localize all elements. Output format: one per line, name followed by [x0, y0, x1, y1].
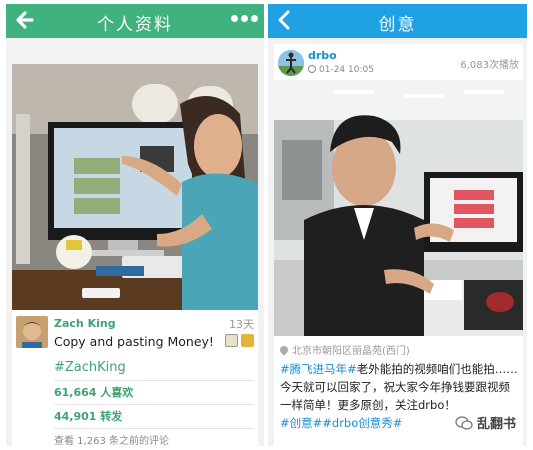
- hashtag-link[interactable]: #ZachKing: [54, 360, 126, 375]
- watermark: 乱翻书: [455, 413, 516, 432]
- post-card: drbo 01-24 10:05 6,083次播放 北京市朝阳区丽晶苑(西门) …: [274, 44, 523, 446]
- divider: [54, 404, 254, 405]
- location-pin-icon: [278, 344, 290, 356]
- comparison-stage: 个人资料 Zach King Copy and pasting Money! 1…: [0, 0, 533, 450]
- avatar[interactable]: [16, 316, 48, 348]
- video-frame-image: [12, 64, 258, 310]
- view-comments-link[interactable]: 查看 1,263 条之前的评论: [54, 432, 169, 446]
- location-text[interactable]: 北京市朝阳区丽晶苑(西门): [292, 346, 410, 357]
- watermark-text: 乱翻书: [477, 417, 517, 432]
- right-screen: 创意 drbo 01-24 10:05 6,083次播放 北京市朝阳区丽晶苑(西…: [268, 4, 527, 446]
- hashtag-link[interactable]: #腾飞进马年#: [280, 362, 357, 376]
- post-date: 01-24 10:05: [308, 65, 374, 75]
- clock-icon: [308, 65, 316, 73]
- hashtag-link[interactable]: #创意##drbo创意秀#: [280, 416, 402, 430]
- page-title: 创意: [378, 15, 417, 35]
- left-screen: 个人资料 Zach King Copy and pasting Money! 1…: [6, 4, 264, 446]
- video-frame-image: [274, 80, 523, 336]
- post-card: Zach King Copy and pasting Money! 13天 #Z…: [12, 64, 258, 446]
- post-age: 13天: [229, 318, 254, 331]
- more-dots-icon[interactable]: [231, 15, 258, 22]
- emoji-icon: [225, 334, 254, 347]
- post-author-row: Zach King Copy and pasting Money! 13天: [16, 316, 254, 356]
- left-header-bar: 个人资料: [6, 4, 264, 38]
- post-caption: Copy and pasting Money!: [54, 334, 214, 349]
- shares-count[interactable]: 44,901 转发: [54, 408, 122, 424]
- username[interactable]: Zach King: [54, 317, 116, 330]
- page-title: 个人资料: [97, 15, 173, 35]
- divider: [54, 380, 254, 381]
- post-date-text: 01-24 10:05: [319, 65, 374, 75]
- video-thumbnail[interactable]: [12, 64, 258, 310]
- play-count: 6,083次播放: [460, 60, 519, 71]
- video-thumbnail[interactable]: [274, 80, 523, 336]
- avatar[interactable]: [278, 50, 304, 76]
- username[interactable]: drbo: [308, 49, 337, 62]
- likes-count[interactable]: 61,664 人喜欢: [54, 384, 133, 400]
- wechat-icon: [455, 415, 473, 430]
- location-tag[interactable]: 北京市朝阳区丽晶苑(西门): [278, 342, 410, 357]
- right-header-bar: 创意: [268, 4, 527, 38]
- divider: [54, 428, 254, 429]
